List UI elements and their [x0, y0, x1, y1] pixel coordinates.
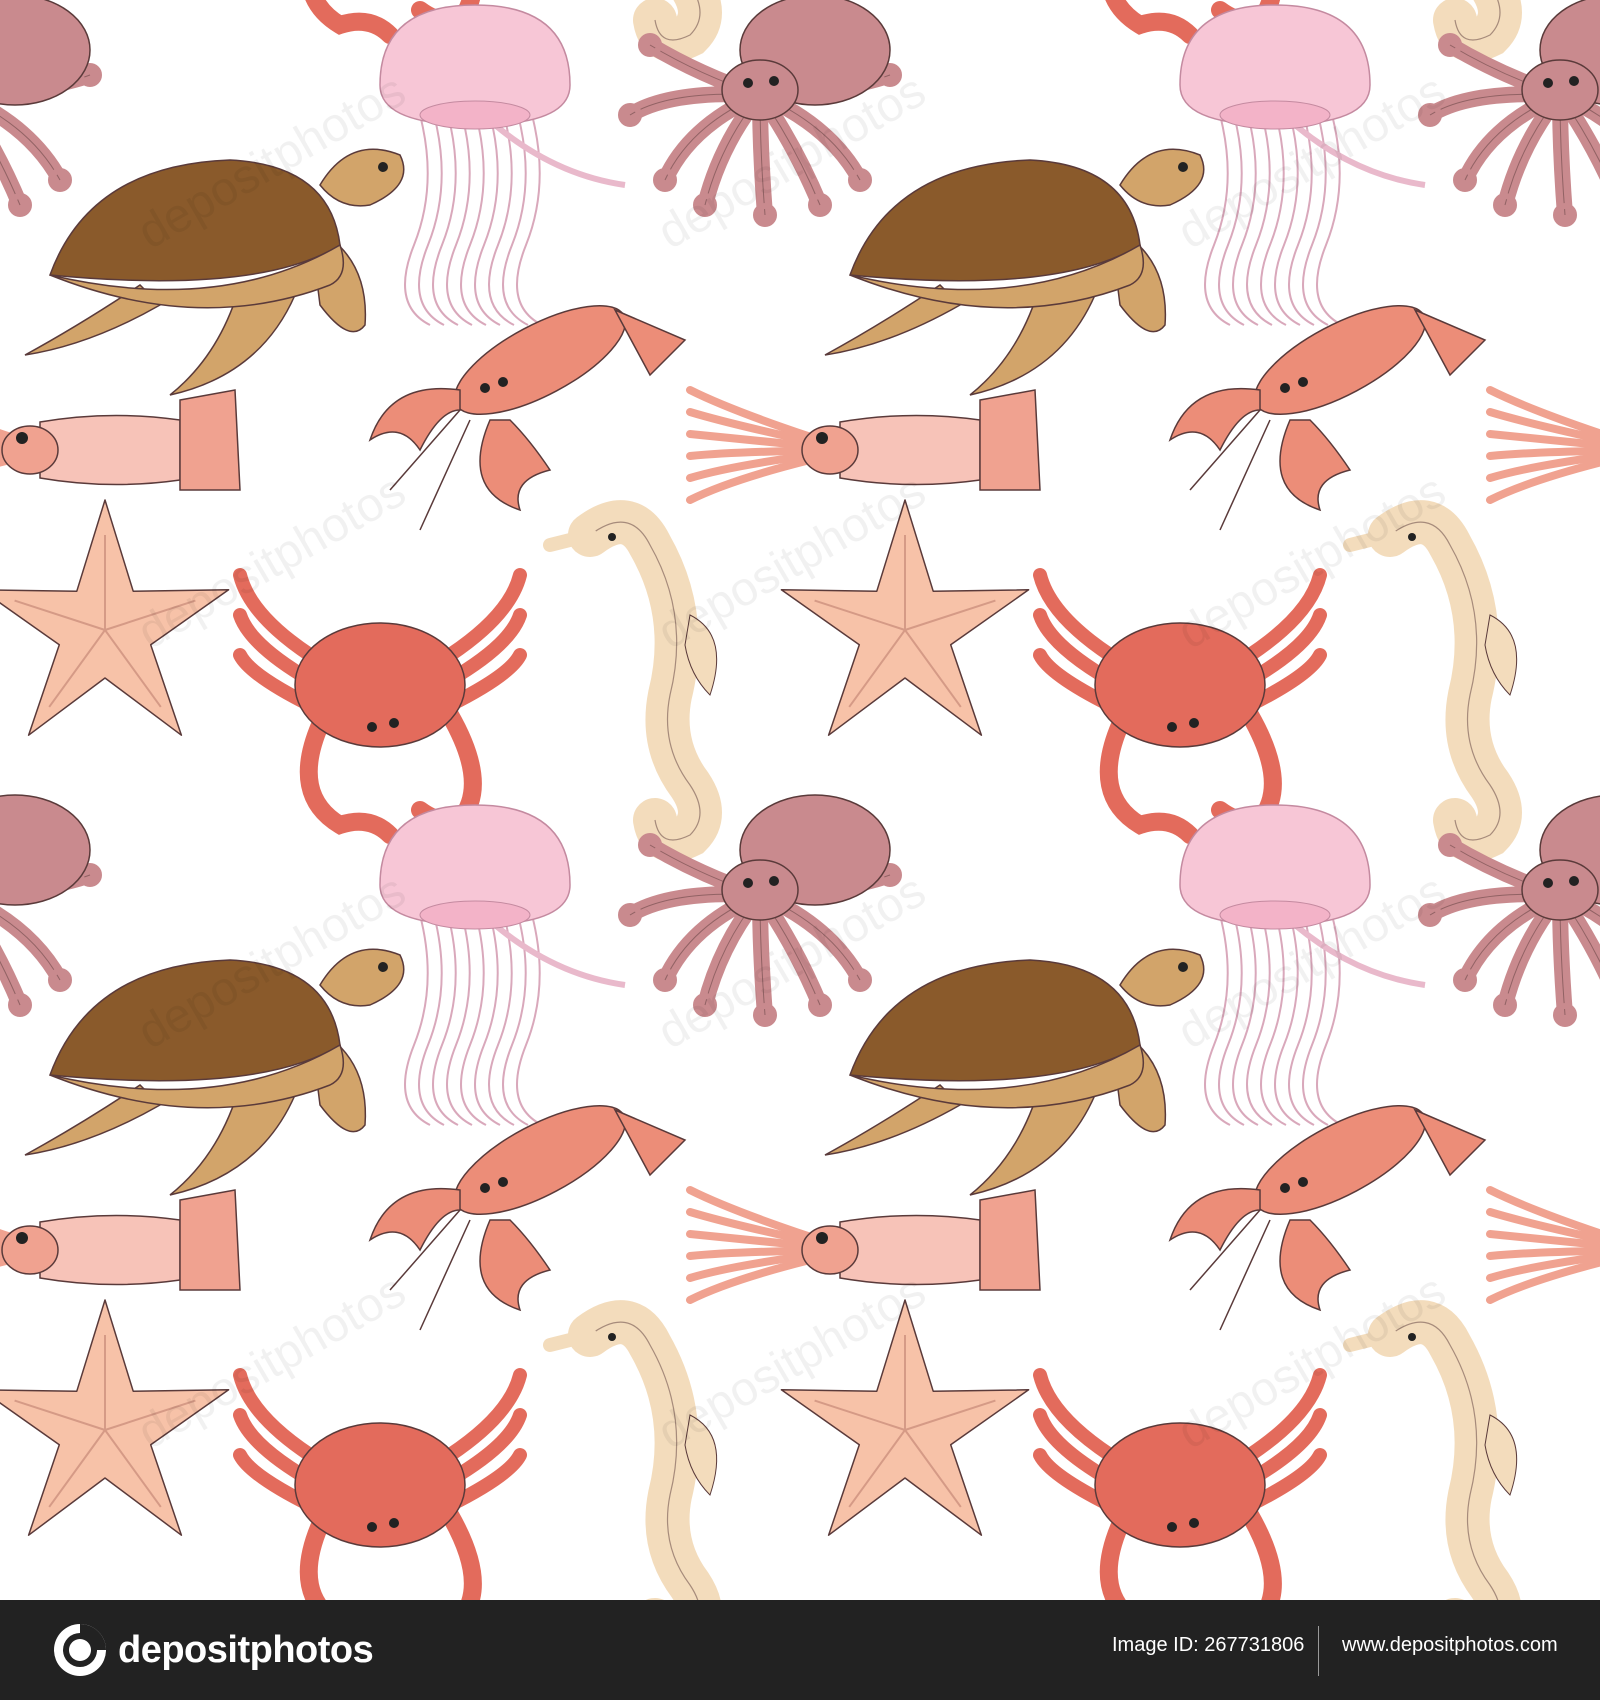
squid-icon: [0, 389, 241, 491]
lobster-icon: [368, 304, 687, 531]
lobster-icon: [368, 1104, 687, 1331]
stock-image: depositphotos depositphotos depositphotos d…: [0, 0, 1600, 1700]
squid-icon: [686, 1186, 1041, 1304]
jellyfish-icon: [379, 4, 626, 326]
seahorse-icon: [1343, 500, 1522, 862]
brand-name: depositphotos: [118, 1628, 374, 1671]
footer-divider: [1318, 1626, 1319, 1676]
crab-icon: [233, 568, 527, 844]
squid-icon: [1486, 386, 1600, 504]
brand: depositphotos: [52, 1622, 374, 1678]
pattern-canvas: depositphotos depositphotos depositphotosd…: [0, 0, 1600, 1600]
squid-icon: [1486, 1186, 1600, 1304]
depositphotos-logo-icon: [54, 1624, 106, 1676]
crab-icon: [233, 1368, 527, 1600]
watermark-footer: depositphotos Image ID: 267731806 www.de…: [0, 1600, 1600, 1700]
octopus-icon: [0, 0, 102, 217]
seahorse-icon: [543, 500, 722, 862]
squid-icon: [0, 1189, 241, 1291]
octopus-icon: [0, 794, 102, 1017]
squid-icon: [686, 386, 1041, 504]
jellyfish-icon: [379, 804, 626, 1126]
sea-turtle-icon: [824, 948, 1205, 1196]
seahorse-icon: [633, 0, 722, 62]
site-url: www.depositphotos.com: [1342, 1634, 1558, 1656]
image-id-value: 267731806: [1204, 1634, 1305, 1656]
image-id: Image ID: 267731806: [1112, 1634, 1304, 1657]
seahorse-icon: [1433, 0, 1522, 62]
seahorse-icon: [1343, 1300, 1521, 1600]
sea-creatures-pattern: depositphotos depositphotos depositphotos d…: [0, 0, 1600, 1600]
sea-turtle-icon: [824, 148, 1205, 396]
image-id-label: Image ID:: [1112, 1634, 1199, 1656]
seahorse-icon: [543, 1300, 721, 1600]
